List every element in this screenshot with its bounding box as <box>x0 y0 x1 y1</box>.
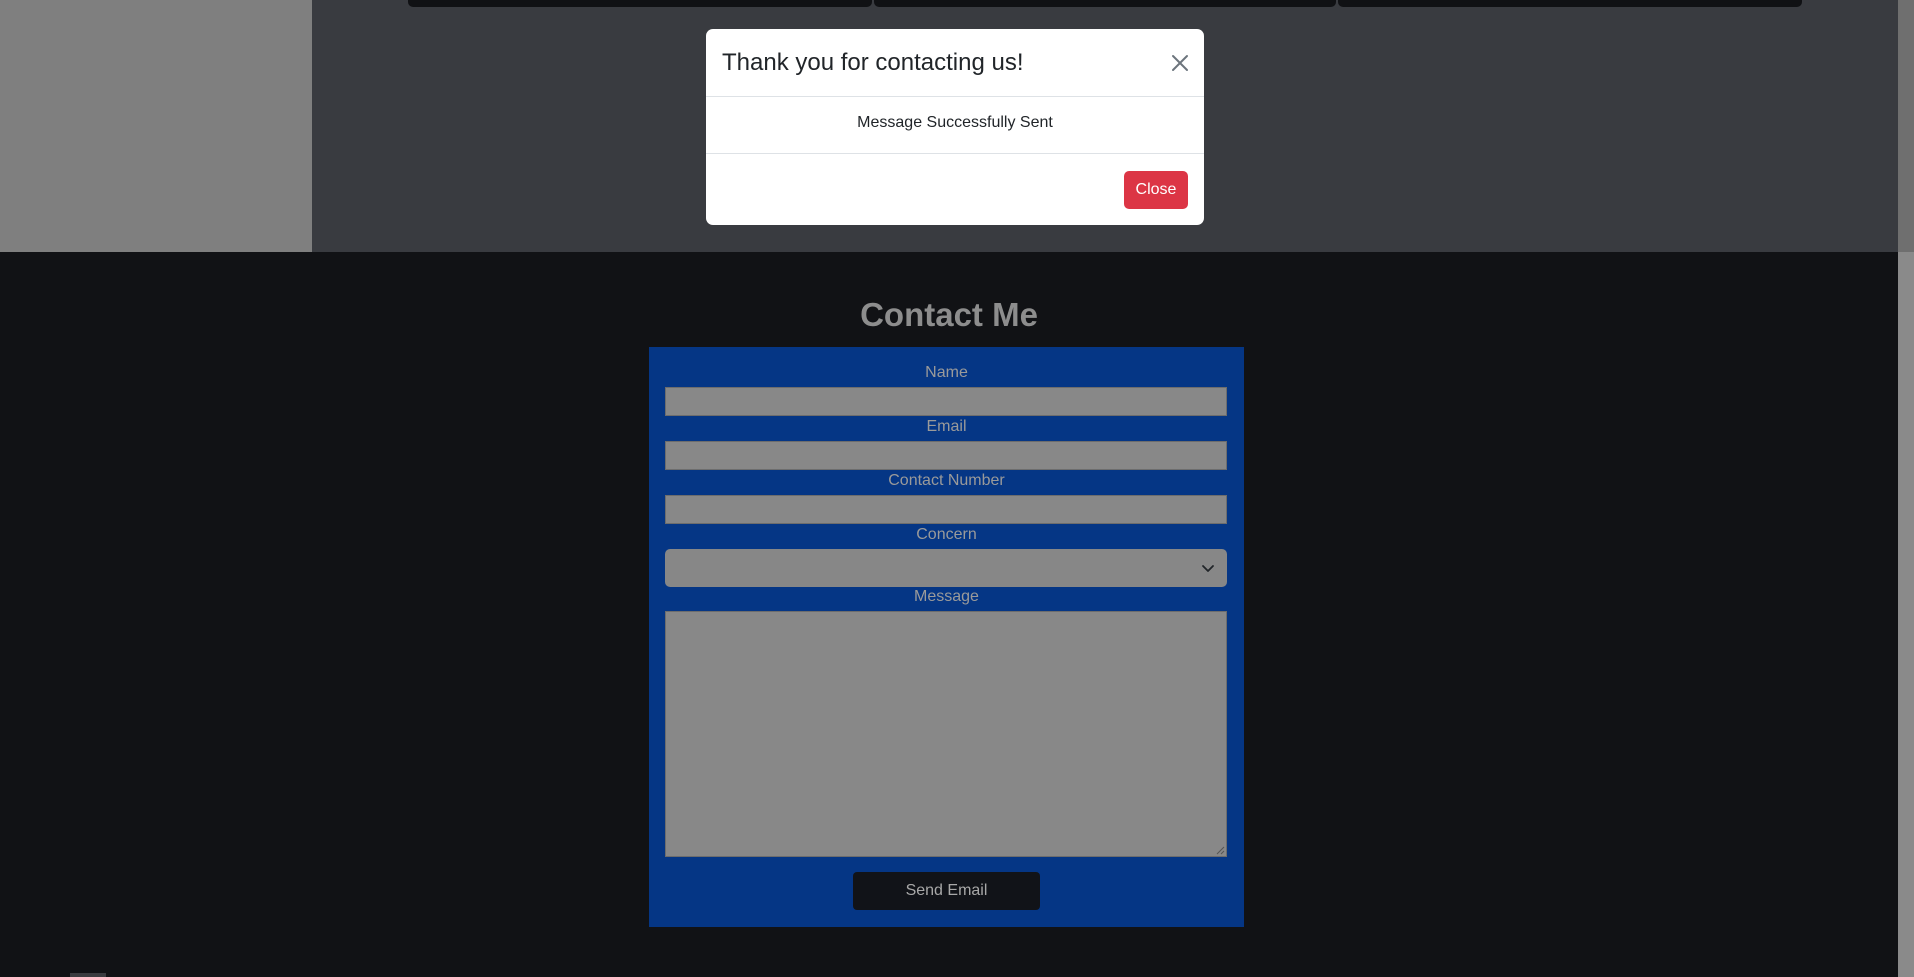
bottom-corner-element <box>70 973 106 977</box>
top-left-panel <box>0 0 312 252</box>
contact-number-input[interactable] <box>665 495 1227 524</box>
resize-grip-icon[interactable] <box>1215 845 1225 855</box>
page-scrollbar[interactable] <box>1898 0 1914 977</box>
card-bottom-edge <box>1338 0 1802 7</box>
modal-message: Message Successfully Sent <box>857 114 1053 131</box>
modal-title: Thank you for contacting us! <box>722 49 1024 76</box>
modal-body: Message Successfully Sent <box>706 97 1204 154</box>
contact-title: Contact Me <box>860 296 1038 333</box>
email-input[interactable] <box>665 441 1227 470</box>
concern-label: Concern <box>916 526 977 543</box>
name-input[interactable] <box>665 387 1227 416</box>
modal-header: Thank you for contacting us! <box>706 29 1204 97</box>
modal-close-button[interactable]: Close <box>1124 171 1188 209</box>
message-label: Message <box>914 588 979 605</box>
card-bottom-edge <box>408 0 872 7</box>
send-email-button[interactable]: Send Email <box>853 872 1040 910</box>
contact-success-modal: Thank you for contacting us! Message Suc… <box>706 29 1204 225</box>
contact-number-label: Contact Number <box>888 472 1005 489</box>
name-label: Name <box>925 364 968 381</box>
email-label: Email <box>926 418 967 435</box>
scrollbar-track-dimmed <box>1898 0 1914 252</box>
message-textarea[interactable] <box>665 611 1227 857</box>
page: Contact Me Name Email Contact Number Con… <box>0 0 1914 977</box>
contact-form: Name Email Contact Number Concern Messag… <box>649 347 1244 927</box>
concern-select[interactable] <box>665 549 1227 587</box>
close-icon[interactable] <box>1168 51 1192 75</box>
chevron-down-icon <box>1202 565 1214 572</box>
card-bottom-edge <box>874 0 1336 7</box>
